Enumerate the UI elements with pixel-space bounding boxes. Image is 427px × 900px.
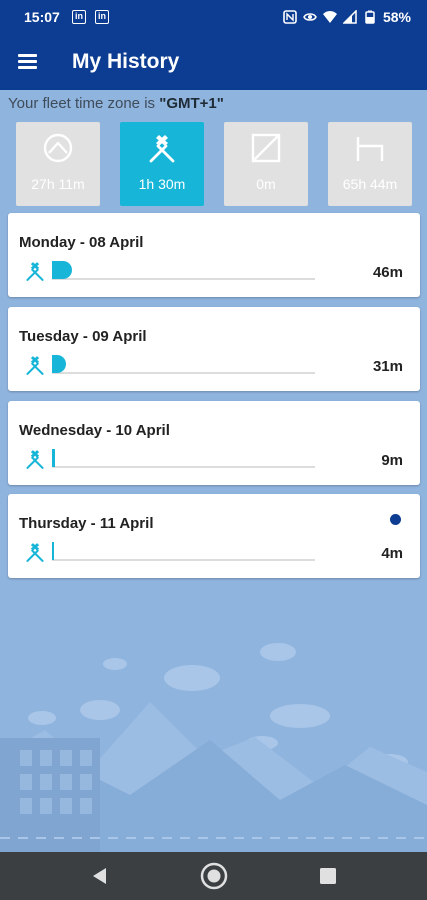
day-total: 46m: [372, 264, 403, 281]
status-icons: 58%: [283, 9, 411, 25]
summary-tile-availability[interactable]: 0m: [224, 122, 308, 206]
wifi-icon: [322, 11, 337, 23]
day-total: 4m: [381, 545, 403, 562]
current-day-indicator: [390, 514, 401, 525]
day-work-bar: [52, 449, 55, 467]
day-timeline-track: [52, 559, 315, 561]
background-landscape: [0, 643, 427, 852]
summary-work-value: 1h 30m: [138, 176, 186, 192]
bed-rest-icon: [356, 137, 384, 161]
summary-tile-work[interactable]: 1h 30m: [120, 122, 204, 206]
building: [0, 738, 100, 852]
day-card[interactable]: Wednesday - 10 April 9m: [8, 401, 420, 485]
timezone-value: "GMT+1": [159, 95, 224, 112]
day-work-bar: [52, 261, 72, 279]
timezone-notice: Your fleet time zone is "GMT+1": [8, 95, 224, 112]
day-title: Thursday - 11 April: [19, 515, 154, 532]
day-title: Wednesday - 10 April: [19, 422, 170, 439]
work-tools-icon: [26, 450, 44, 469]
summary-rest-value: 65h 44m: [342, 176, 398, 192]
day-card[interactable]: Tuesday - 09 April 31m: [8, 307, 420, 391]
app-bar: My History: [0, 34, 427, 90]
day-timeline-track: [52, 278, 315, 280]
nfc-icon: [283, 10, 297, 24]
linkedin-notification-icon: in: [95, 10, 109, 24]
recents-square-icon[interactable]: [314, 862, 342, 890]
work-tools-icon: [26, 543, 44, 562]
work-tools-icon: [26, 356, 44, 375]
day-title: Monday - 08 April: [19, 234, 144, 251]
day-work-bar: [52, 355, 66, 373]
eye-icon: [303, 13, 317, 21]
day-card[interactable]: Monday - 08 April 46m: [8, 213, 420, 297]
status-bar: 15:07 in in 58%: [0, 0, 427, 34]
day-total: 9m: [381, 452, 403, 469]
summary-availability-value: 0m: [256, 176, 276, 192]
timezone-label: Your fleet time zone is: [8, 95, 160, 112]
day-card[interactable]: Thursday - 11 April 4m: [8, 494, 420, 578]
day-title: Tuesday - 09 April: [19, 328, 147, 345]
day-total: 31m: [372, 358, 403, 375]
summary-driving-value: 27h 11m: [31, 176, 85, 192]
availability-icon: [251, 133, 281, 163]
linkedin-notification-icon: in: [72, 10, 86, 24]
day-work-bar: [52, 542, 54, 560]
work-tools-icon: [149, 135, 175, 163]
summary-tile-driving[interactable]: 27h 11m: [16, 122, 100, 206]
back-triangle-icon[interactable]: [86, 862, 114, 890]
day-timeline-track: [52, 466, 315, 468]
steering-wheel-icon: [43, 133, 73, 163]
menu-icon[interactable]: [14, 48, 42, 76]
work-tools-icon: [26, 262, 44, 281]
home-circle-icon[interactable]: [200, 862, 228, 890]
day-timeline-track: [52, 372, 315, 374]
summary-tile-rest[interactable]: 65h 44m: [328, 122, 412, 206]
battery-icon: [365, 10, 375, 24]
page-title: My History: [72, 50, 180, 73]
status-time: 15:07: [24, 9, 60, 25]
signal-icon: [342, 10, 357, 24]
system-nav-bar: [0, 852, 427, 900]
battery-percent: 58%: [382, 9, 411, 25]
